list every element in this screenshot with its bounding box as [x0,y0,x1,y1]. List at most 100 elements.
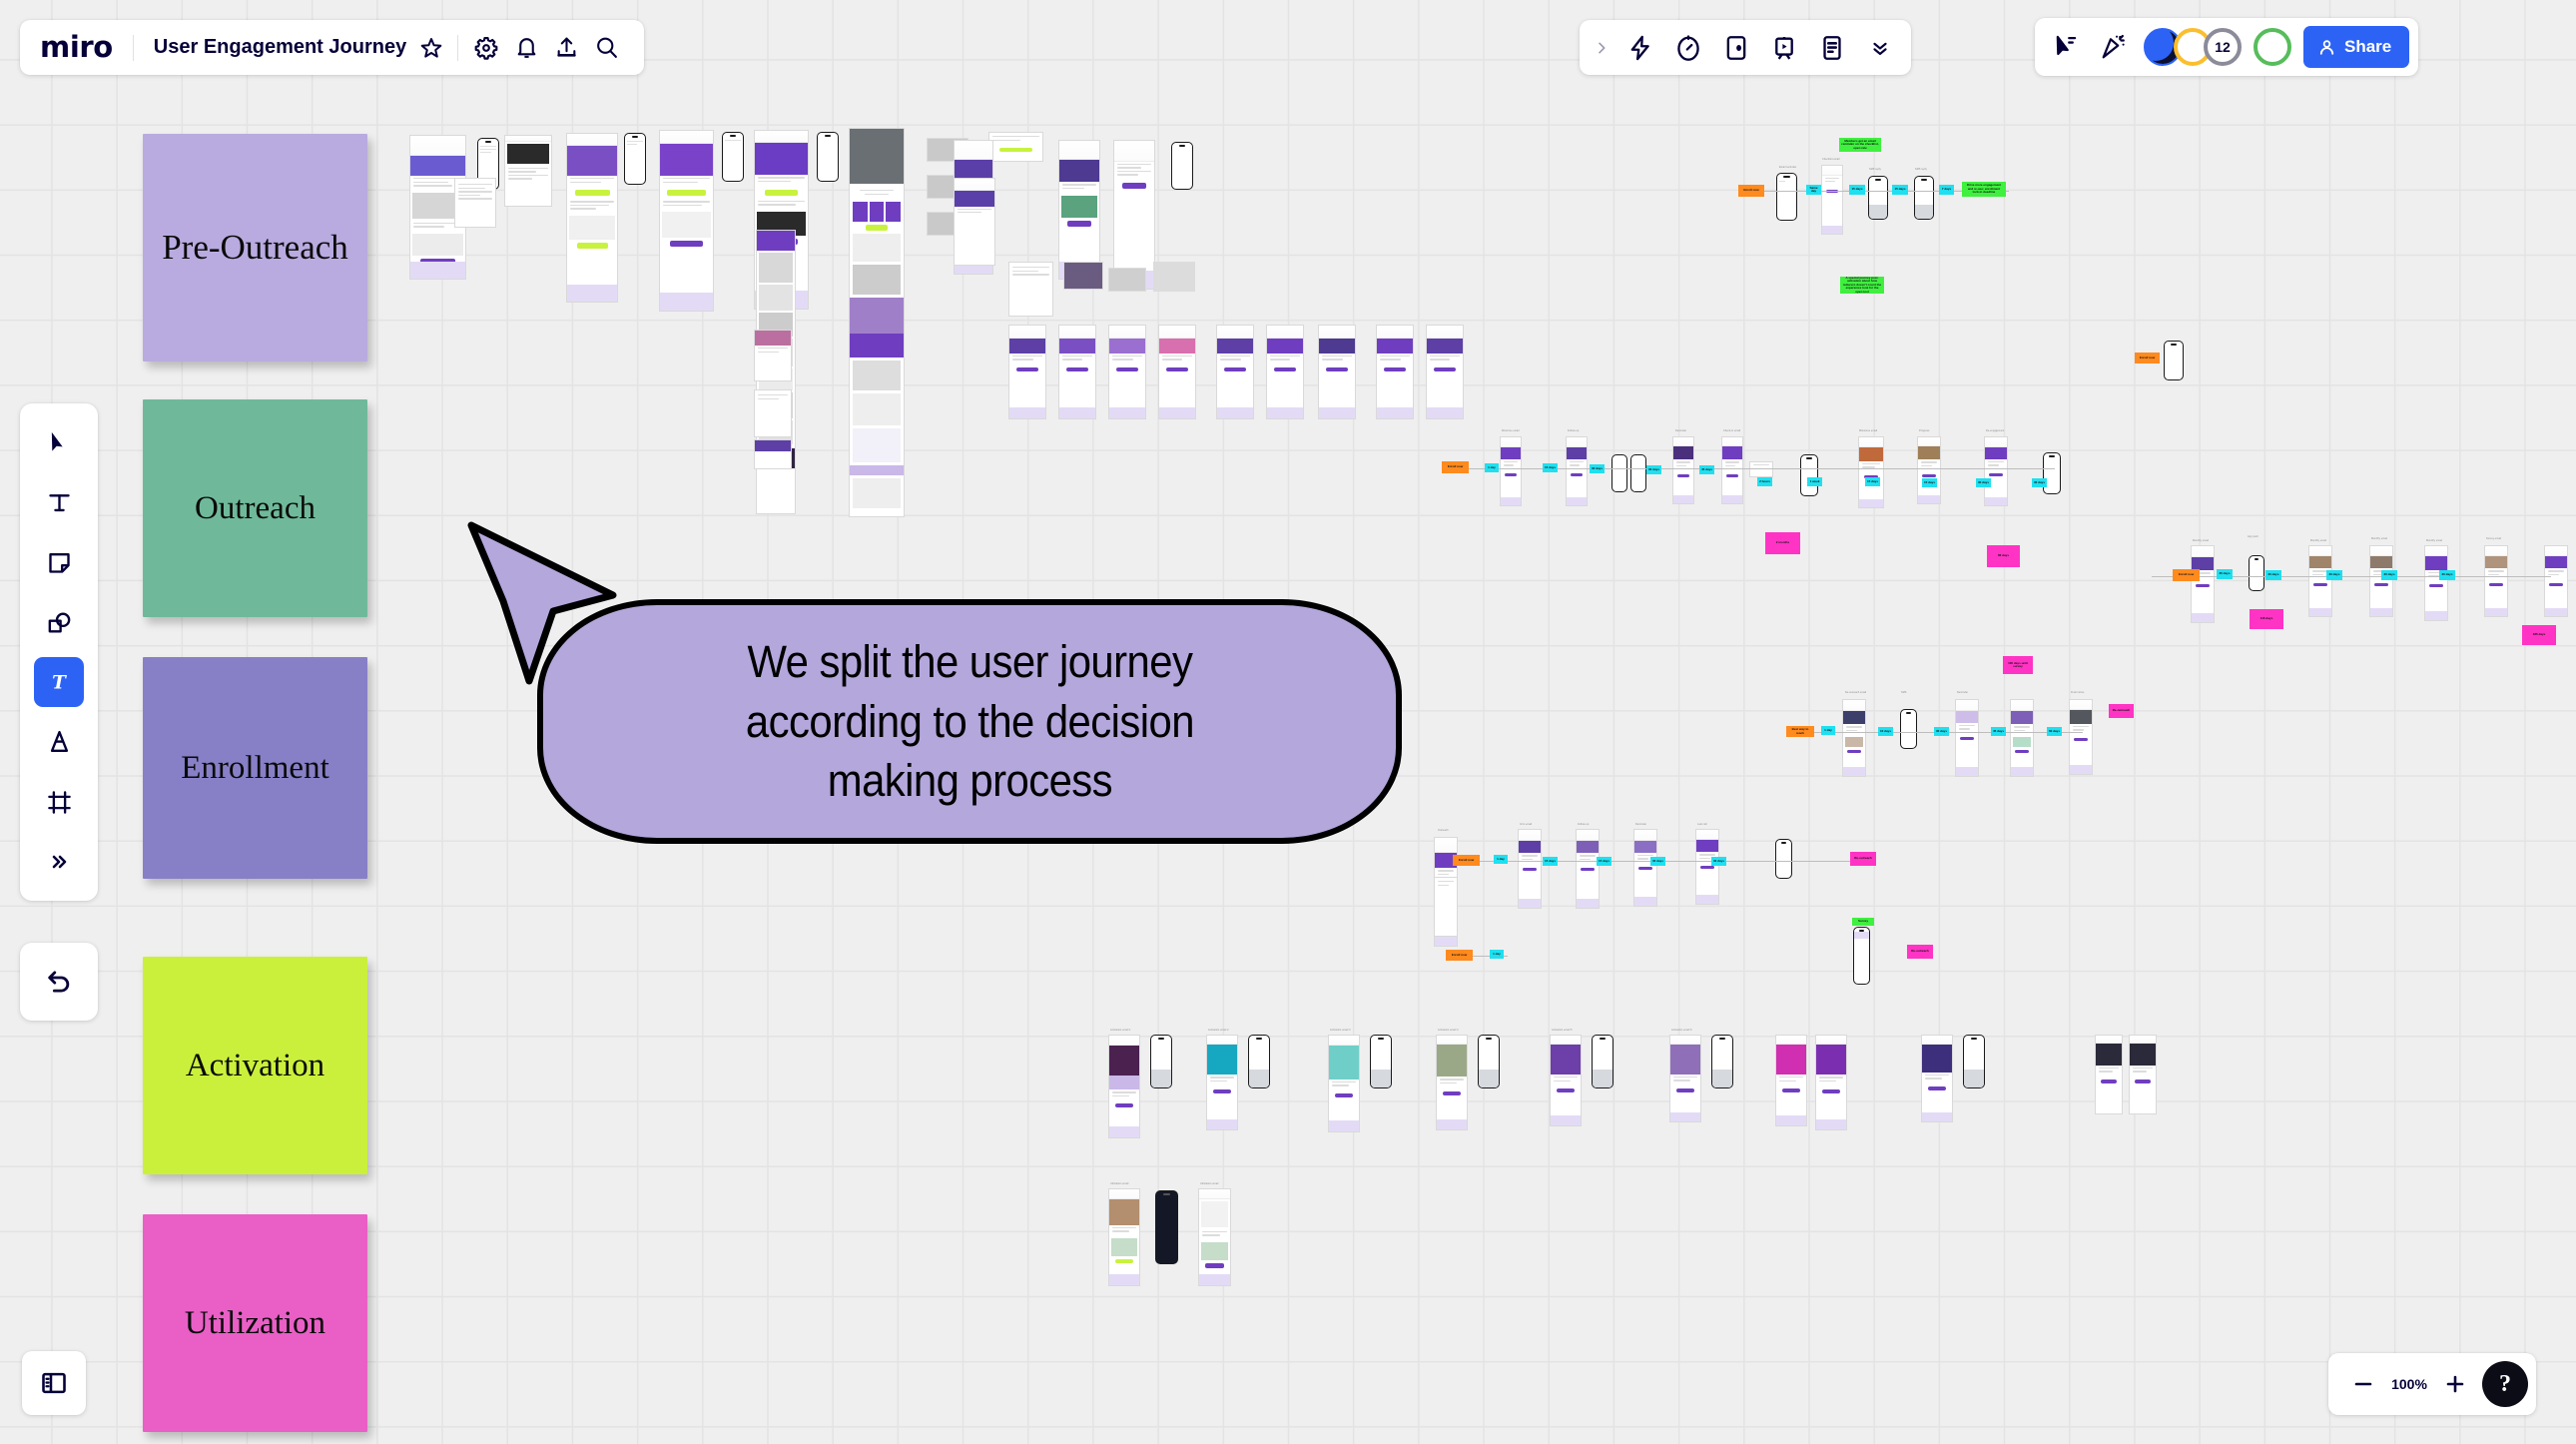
email-mockup[interactable] [1669,1035,1701,1122]
lightning-icon[interactable] [1619,28,1661,68]
chevrons-right-icon[interactable] [34,837,84,887]
email-mockup[interactable] [1266,325,1304,419]
share-button[interactable]: Share [2303,26,2410,68]
email-mockup[interactable] [1108,1188,1140,1286]
phone-mockup[interactable] [1248,1035,1270,1088]
presentation-icon[interactable] [1763,28,1805,68]
phone-mockup[interactable] [1592,1035,1613,1088]
email-mockup[interactable] [1198,1188,1231,1286]
journey-tag-cyan[interactable]: 1 day [1490,950,1504,959]
journey-tag-cyan[interactable]: 10 days [1878,727,1893,736]
journey-tag-green[interactable]: Survey [1852,918,1874,926]
email-mockup[interactable] [1955,699,1979,777]
phone-mockup[interactable] [1711,1035,1733,1088]
email-mockup[interactable] [2308,545,2332,617]
phone-mockup[interactable] [1171,142,1193,190]
email-mockup[interactable] [1815,1035,1847,1130]
sticky-note-icon[interactable] [34,537,84,587]
top-apps-toolbar[interactable] [1580,20,1911,75]
phone-mockup[interactable] [2164,341,2184,380]
journey-tag-pink[interactable]: 116 days [2250,609,2283,629]
board-title[interactable]: User Engagement Journey [154,36,406,59]
email-mockup[interactable] [1108,1035,1140,1138]
email-mockup[interactable] [1328,1035,1360,1132]
email-mockup[interactable] [1672,436,1694,504]
journey-tag-orange[interactable]: Enroll now [1446,950,1473,961]
email-mockup[interactable] [1500,436,1522,506]
email-mockup[interactable] [2129,1035,2157,1114]
upload-icon[interactable] [546,28,586,68]
journey-tag-green[interactable]: A special journey post-activation about … [1840,277,1884,294]
chevrons-down-icon[interactable] [1859,28,1901,68]
journey-tag-cyan[interactable]: 30 days [2439,570,2455,580]
gear-icon[interactable] [466,28,506,68]
email-mockup[interactable] [1566,436,1588,506]
frame-icon[interactable] [34,777,84,827]
email-mockup[interactable] [1426,325,1464,419]
journey-tag-cyan[interactable]: 30 days [1711,857,1726,866]
email-mockup[interactable] [1858,436,1884,508]
email-mockup[interactable] [2010,699,2034,777]
zoom-out-button[interactable] [2342,1363,2384,1405]
phone-mockup[interactable] [624,133,646,185]
screenshot[interactable] [1108,268,1146,292]
journey-tag-cyan[interactable]: 60 days [2047,727,2062,736]
journey-tag-cyan[interactable]: 15 days [1597,857,1611,866]
email-mockup[interactable] [1216,325,1254,419]
journey-tag-cyan[interactable]: 30 days [1646,465,1661,474]
journey-tag-cyan[interactable]: 15 days [1543,857,1558,866]
journey-tag-orange[interactable]: Enroll now [1738,185,1764,197]
shapes-icon[interactable] [34,597,84,647]
email-mockup[interactable] [754,330,792,381]
journey-tag-cyan[interactable]: 1 day [1485,463,1499,472]
text-icon[interactable] [34,477,84,527]
email-mockup[interactable] [1633,829,1657,907]
email-mockup[interactable] [1821,165,1843,235]
journey-tag-pink[interactable]: 86 days [1987,545,2020,567]
journey-tag-pink[interactable]: 186 days [2522,625,2556,645]
phone-mockup[interactable] [817,132,839,182]
undo-arrow-icon[interactable] [34,957,84,1007]
email-mockup[interactable] [1775,1035,1807,1126]
email-mockup[interactable] [2544,545,2568,617]
miro-logo[interactable]: miro [40,33,113,62]
journey-tag-cyan[interactable]: 1 week [1807,477,1822,486]
stage-sticky-note[interactable]: Utilization [143,1214,367,1432]
phone-mockup[interactable] [1963,1035,1985,1088]
party-popper-icon[interactable] [2092,26,2136,68]
phone-mockup[interactable] [1914,176,1934,220]
email-mockup[interactable] [1721,436,1743,504]
board-canvas[interactable]: Email reminder Checklist email SMS reply… [0,0,2576,1444]
cursor-attention-icon[interactable] [2044,26,2088,68]
collaborator-avatars[interactable]: 12 [2144,28,2291,66]
email-mockup[interactable] [566,133,618,303]
email-mockup[interactable] [1058,325,1096,419]
top-users-toolbar[interactable]: 12 Share [2035,18,2419,76]
avatar-count[interactable]: 12 [2204,28,2242,66]
email-mockup[interactable] [2069,699,2093,775]
email-mockup[interactable] [1550,1035,1582,1126]
help-button[interactable]: ? [2482,1361,2528,1407]
email-mockup[interactable] [1842,699,1866,777]
journey-tag-pink[interactable]: Re-outreach [1907,945,1933,959]
phone-mockup[interactable] [1630,454,1646,492]
journey-tag-cyan[interactable]: 30 days [2217,569,2233,579]
phone-mockup[interactable] [1611,454,1627,492]
email-mockup[interactable] [1695,829,1719,905]
phone-mockup[interactable] [722,132,744,182]
journey-tag-pink[interactable]: 2 months [1765,532,1800,554]
stage-sticky-note[interactable]: Activation [143,957,367,1174]
pen-icon[interactable] [34,717,84,767]
chevron-right-icon[interactable] [1590,28,1613,68]
email-mockup[interactable] [1008,325,1046,419]
email-mockup[interactable] [2369,545,2393,617]
journey-tag-green[interactable]: Drive more engagement and re-use; enroll… [1962,182,2006,197]
journey-tag-cyan[interactable]: 30 days [2326,570,2342,580]
email-mockup[interactable] [1917,436,1941,504]
panel-left-icon[interactable] [32,1361,76,1405]
top-left-toolbar[interactable]: miro User Engagement Journey [20,20,645,75]
stage-sticky-note[interactable]: Outreach [143,399,367,617]
phone-mockup[interactable] [2043,452,2061,494]
email-mockup[interactable] [1158,325,1196,419]
journey-tag-cyan[interactable]: 30 days [1976,478,1991,487]
